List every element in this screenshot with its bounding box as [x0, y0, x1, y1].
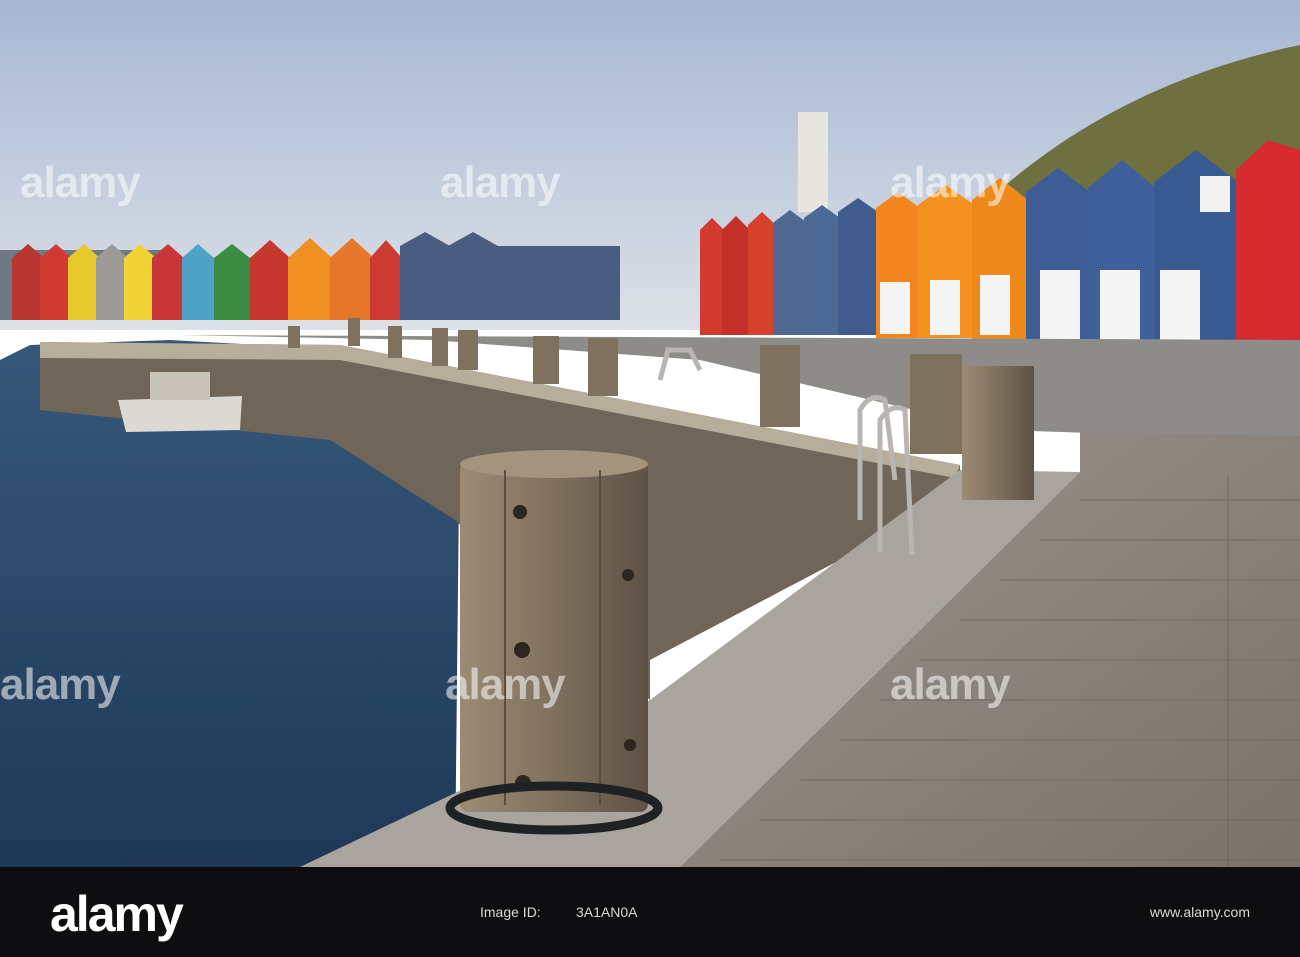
watermark: alamy — [20, 158, 141, 207]
site-link[interactable]: www.alamy.com — [1150, 904, 1250, 920]
watermark: alamy — [440, 158, 561, 207]
wooden-bollard — [445, 450, 663, 835]
image-id-value: 3A1AN0A — [576, 904, 638, 920]
watermark: alamy — [0, 660, 121, 709]
footer-bar: alamy Image ID: 3A1AN0A www.alamy.com — [0, 867, 1300, 957]
white-tower — [798, 112, 828, 212]
image-id-label: Image ID: — [480, 904, 541, 920]
harbour-photo — [0, 0, 1300, 867]
watermark: alamy — [445, 660, 566, 709]
watermark: alamy — [890, 660, 1011, 709]
brand-logo[interactable]: alamy — [50, 885, 184, 943]
watermark: alamy — [890, 158, 1011, 207]
stock-photo-page: alamy alamy alamy alamy alamy alamy alam… — [0, 0, 1300, 957]
